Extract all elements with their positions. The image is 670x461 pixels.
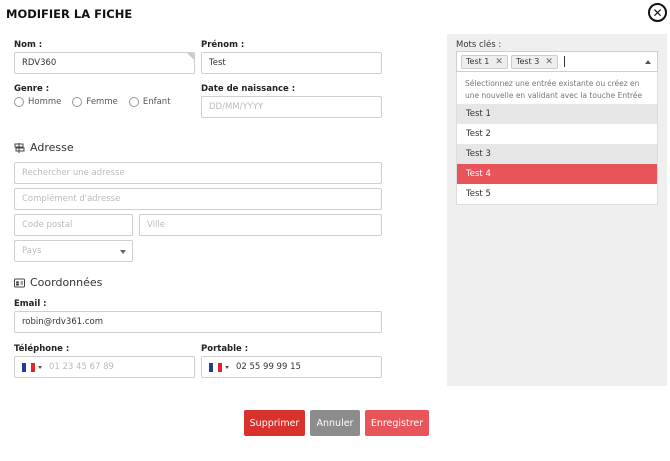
naissance-input[interactable]: DD/MM/YYYY xyxy=(201,96,382,118)
coordonnees-heading: Coordonnées xyxy=(14,276,102,289)
telephone-label: Téléphone : xyxy=(14,344,70,354)
ville-input[interactable]: Ville xyxy=(139,214,382,236)
france-flag-icon[interactable] xyxy=(209,362,222,372)
chevron-down-icon xyxy=(120,250,126,254)
radio-homme-label: Homme xyxy=(28,97,62,107)
adresse-title: Adresse xyxy=(30,141,74,154)
keywords-dropdown: Sélectionnez une entrée existante ou cré… xyxy=(456,72,658,205)
radio-circle-icon[interactable] xyxy=(72,97,83,107)
portable-label: Portable : xyxy=(201,344,249,354)
radio-enfant[interactable]: Enfant xyxy=(128,97,171,107)
remove-tag-icon[interactable]: ✕ xyxy=(545,57,553,67)
close-icon[interactable]: ✕ xyxy=(648,3,667,22)
genre-label: Genre : xyxy=(14,84,50,94)
chevron-down-icon[interactable] xyxy=(225,365,229,369)
keyword-option[interactable]: Test 2 xyxy=(457,124,657,144)
code-postal-placeholder: Code postal xyxy=(22,220,73,230)
keywords-input[interactable]: Test 1 ✕ Test 3 ✕ xyxy=(456,51,658,72)
modal-title: MODIFIER LA FICHE xyxy=(6,7,133,21)
signpost-icon xyxy=(14,142,25,153)
pays-placeholder: Pays xyxy=(22,246,42,256)
telephone-placeholder: 01 23 45 67 89 xyxy=(49,362,114,372)
code-postal-input[interactable]: Code postal xyxy=(14,214,133,236)
radio-femme[interactable]: Femme xyxy=(72,97,118,107)
id-card-icon xyxy=(14,278,25,287)
chevron-up-icon[interactable] xyxy=(645,60,651,64)
telephone-input[interactable]: 01 23 45 67 89 xyxy=(14,356,195,378)
chevron-down-icon[interactable] xyxy=(38,365,42,369)
email-value: robin@rdv361.com xyxy=(22,317,104,327)
keyword-tag: Test 3 ✕ xyxy=(510,54,558,69)
prenom-input[interactable]: Test xyxy=(201,52,382,74)
keyword-tag-label: Test 1 xyxy=(466,57,490,66)
cancel-button[interactable]: Annuler xyxy=(310,410,360,436)
pays-select[interactable]: Pays xyxy=(14,240,133,262)
ville-placeholder: Ville xyxy=(147,220,165,230)
delete-button[interactable]: Supprimer xyxy=(244,410,305,436)
portable-input[interactable]: 02 55 99 99 15 xyxy=(201,356,382,378)
keywords-hint: Sélectionnez une entrée existante ou cré… xyxy=(465,79,643,100)
keyword-option[interactable]: Test 1 xyxy=(457,104,657,124)
keyword-option[interactable]: Test 3 xyxy=(457,144,657,164)
adresse-complement-input[interactable]: Complément d'adresse xyxy=(14,188,382,210)
adresse-complement-placeholder: Complément d'adresse xyxy=(22,194,121,204)
resize-corner-icon xyxy=(187,53,194,60)
adresse-heading: Adresse xyxy=(14,141,74,154)
adresse-search-input[interactable]: Rechercher une adresse xyxy=(14,162,382,184)
remove-tag-icon[interactable]: ✕ xyxy=(495,57,503,67)
keyword-tag: Test 1 ✕ xyxy=(461,54,508,69)
radio-circle-icon[interactable] xyxy=(128,97,139,107)
france-flag-icon[interactable] xyxy=(22,362,35,372)
keywords-label: Mots clés : xyxy=(456,40,502,50)
keyword-option[interactable]: Test 4 xyxy=(457,164,657,184)
genre-radio-group: Homme Femme Enfant xyxy=(14,97,182,107)
prenom-value: Test xyxy=(209,58,226,68)
portable-value: 02 55 99 99 15 xyxy=(236,362,301,372)
radio-homme[interactable]: Homme xyxy=(14,97,61,107)
nom-input[interactable]: RDV360 xyxy=(14,52,195,74)
radio-circle-icon[interactable] xyxy=(14,97,24,107)
radio-femme-label: Femme xyxy=(86,97,118,107)
text-cursor xyxy=(563,56,565,67)
naissance-label: Date de naissance : xyxy=(201,84,296,94)
nom-value: RDV360 xyxy=(22,58,57,68)
keyword-option[interactable]: Test 5 xyxy=(457,184,657,204)
naissance-placeholder: DD/MM/YYYY xyxy=(209,102,264,112)
email-label: Email : xyxy=(14,299,47,309)
adresse-search-placeholder: Rechercher une adresse xyxy=(22,168,125,178)
radio-enfant-label: Enfant xyxy=(142,97,171,107)
prenom-label: Prénom : xyxy=(201,40,245,50)
save-button[interactable]: Enregistrer xyxy=(365,410,429,436)
nom-label: Nom : xyxy=(14,40,43,50)
coordonnees-title: Coordonnées xyxy=(30,276,103,289)
email-input[interactable]: robin@rdv361.com xyxy=(14,311,382,333)
keyword-tag-label: Test 3 xyxy=(515,57,540,66)
